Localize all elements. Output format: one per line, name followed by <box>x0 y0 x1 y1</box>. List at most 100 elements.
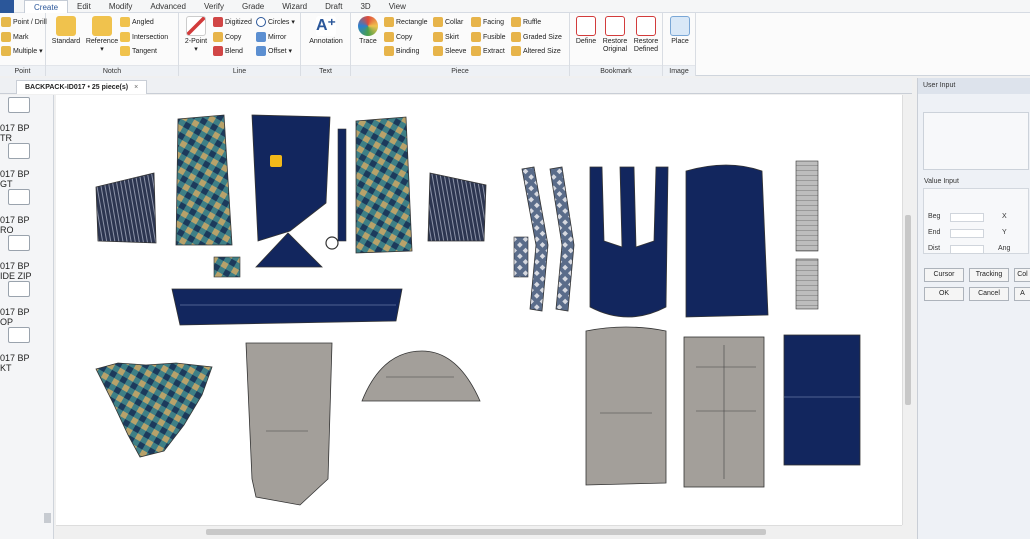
trace-button[interactable]: Trace <box>353 16 383 46</box>
ok-button[interactable]: OK <box>924 287 964 301</box>
blend-icon <box>213 46 223 56</box>
piece-thumbnail[interactable] <box>8 235 30 251</box>
tab-modify[interactable]: Modify <box>100 0 142 13</box>
y-label: Y <box>1002 229 1007 236</box>
collar-button[interactable]: Collar <box>433 17 463 27</box>
tab-wizard[interactable]: Wizard <box>273 0 316 13</box>
place-label: Place <box>671 38 689 45</box>
tab-3d[interactable]: 3D <box>351 0 379 13</box>
pattern-piece[interactable] <box>325 236 339 250</box>
binding-button[interactable]: Binding <box>384 46 419 56</box>
pattern-piece[interactable] <box>355 116 413 254</box>
copy-label: Copy <box>225 33 242 41</box>
mark-button[interactable]: Mark <box>1 32 29 42</box>
restore-original-button[interactable]: Restore Original <box>600 16 630 54</box>
piece-thumbnail[interactable] <box>8 97 30 113</box>
pattern-piece[interactable] <box>245 342 333 506</box>
pattern-piece[interactable] <box>795 258 819 310</box>
line-copy-button[interactable]: Copy <box>213 32 241 42</box>
place-image-button[interactable]: Place <box>667 16 693 46</box>
standard-notch-button[interactable]: Standard <box>49 16 83 46</box>
piece-list-item[interactable]: 017 BP IDE ZIP <box>0 261 53 281</box>
end-field[interactable] <box>950 229 984 238</box>
tab-grade[interactable]: Grade <box>233 0 273 13</box>
point-drill-button[interactable]: Point / Drill <box>1 17 47 27</box>
pattern-piece[interactable] <box>213 256 241 278</box>
apply-button[interactable]: A <box>1014 287 1030 301</box>
skirt-button[interactable]: Skirt <box>433 32 459 42</box>
circles-button[interactable]: Circles ▾ <box>256 17 295 27</box>
pattern-piece[interactable] <box>795 160 819 252</box>
piece-thumbnail[interactable] <box>8 189 30 205</box>
graded-size-button[interactable]: Graded Size <box>511 32 562 42</box>
pattern-piece[interactable] <box>95 362 213 458</box>
pattern-piece[interactable] <box>171 288 403 326</box>
col-button[interactable]: Col <box>1014 268 1030 282</box>
multiple-button[interactable]: Multiple ▾ <box>1 46 43 56</box>
intersection-notch-button[interactable]: Intersection <box>120 32 168 42</box>
define-bookmark-button[interactable]: Define <box>572 16 600 46</box>
pattern-piece[interactable] <box>361 350 481 402</box>
mirror-button[interactable]: Mirror <box>256 32 286 42</box>
tab-view[interactable]: View <box>380 0 415 13</box>
tab-verify[interactable]: Verify <box>195 0 233 13</box>
pattern-piece[interactable] <box>685 164 769 318</box>
cursor-button[interactable]: Cursor <box>924 268 964 282</box>
two-point-line-button[interactable]: 2-Point ▾ <box>181 16 211 54</box>
pattern-drawing[interactable] <box>56 95 902 525</box>
extract-button[interactable]: Extract <box>471 46 505 56</box>
piece-thumbnail[interactable] <box>8 281 30 297</box>
canvas-vertical-scrollbar[interactable] <box>902 95 912 525</box>
scroll-thumb[interactable] <box>206 529 766 535</box>
tab-edit[interactable]: Edit <box>68 0 100 13</box>
pattern-canvas[interactable] <box>56 95 902 525</box>
app-menu-button[interactable] <box>0 0 14 13</box>
cancel-button[interactable]: Cancel <box>969 287 1009 301</box>
piece-list-item[interactable]: 017 BP RO <box>0 215 53 235</box>
scroll-thumb[interactable] <box>905 215 911 405</box>
piece-list-item[interactable]: 017 BP KT <box>0 353 53 373</box>
offset-button[interactable]: Offset ▾ <box>256 46 292 56</box>
tangent-notch-button[interactable]: Tangent <box>120 46 157 56</box>
piece-thumbnail[interactable] <box>8 327 30 343</box>
altered-size-label: Altered Size <box>523 47 561 55</box>
dist-field[interactable] <box>950 245 984 254</box>
piece-list-item[interactable]: 017 BP OP <box>0 307 53 327</box>
blend-button[interactable]: Blend <box>213 46 243 56</box>
pattern-piece[interactable] <box>95 172 157 244</box>
canvas-horizontal-scrollbar[interactable] <box>56 525 902 537</box>
altered-size-button[interactable]: Altered Size <box>511 46 561 56</box>
fusible-button[interactable]: Fusible <box>471 32 506 42</box>
facing-button[interactable]: Facing <box>471 17 504 27</box>
piece-list-item[interactable]: 017 BP GT <box>0 169 53 189</box>
pattern-piece[interactable] <box>549 166 575 312</box>
angled-notch-button[interactable]: Angled <box>120 17 154 27</box>
tracking-button[interactable]: Tracking <box>969 268 1009 282</box>
digitized-button[interactable]: Digitized <box>213 17 252 27</box>
pattern-piece[interactable] <box>251 114 331 242</box>
pattern-piece[interactable] <box>585 326 667 486</box>
tab-advanced[interactable]: Advanced <box>141 0 195 13</box>
pattern-piece[interactable] <box>175 114 233 246</box>
ruffle-button[interactable]: Ruffle <box>511 17 541 27</box>
piece-list-scrollbar[interactable] <box>44 513 51 523</box>
restore-defined-button[interactable]: Restore Defined <box>631 16 661 54</box>
beg-field[interactable] <box>950 213 984 222</box>
pattern-piece[interactable] <box>783 334 861 466</box>
pattern-piece[interactable] <box>513 236 529 278</box>
pattern-piece[interactable] <box>589 166 669 318</box>
pattern-piece[interactable] <box>427 172 487 242</box>
annotation-button[interactable]: A⁺ Annotation <box>303 16 349 46</box>
piece-thumbnail[interactable] <box>8 143 30 159</box>
tab-create[interactable]: Create <box>24 0 69 13</box>
rectangle-button[interactable]: Rectangle <box>384 17 428 27</box>
close-icon[interactable]: × <box>134 84 138 91</box>
piece-copy-button[interactable]: Copy <box>384 32 412 42</box>
reference-notch-button[interactable]: Reference ▾ <box>84 16 120 54</box>
tab-draft[interactable]: Draft <box>316 0 351 13</box>
piece-list-item[interactable]: 017 BP TR <box>0 123 53 143</box>
document-tab[interactable]: BACKPACK-ID017 • 25 piece(s) × <box>16 80 148 94</box>
sleeve-button[interactable]: Sleeve <box>433 46 466 56</box>
ribbon-group-point: Point / Drill Mark Multiple ▾ Point <box>0 13 47 76</box>
pattern-piece[interactable] <box>337 128 347 242</box>
